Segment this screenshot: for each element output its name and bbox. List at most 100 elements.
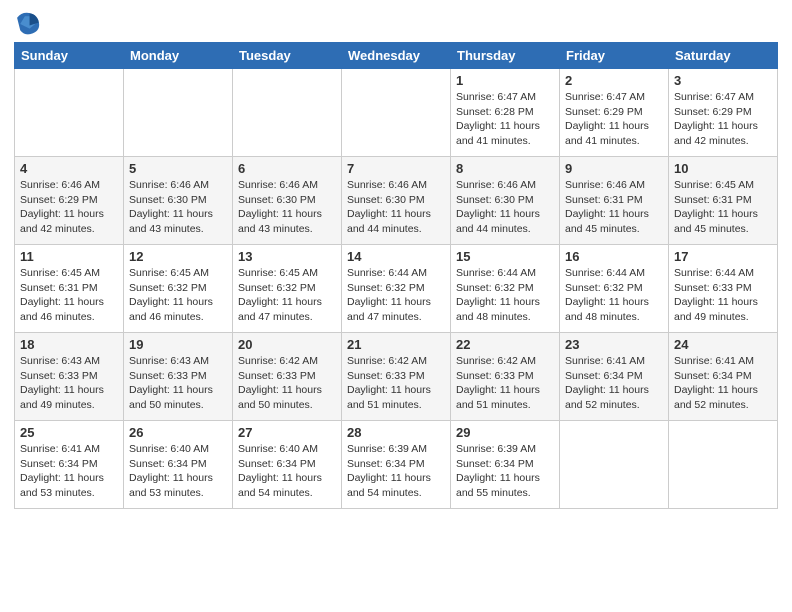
week-row-4: 25 Sunrise: 6:41 AMSunset: 6:34 PMDayligh… [15, 421, 778, 509]
logo [14, 10, 44, 38]
day-info: Sunrise: 6:44 AMSunset: 6:32 PMDaylight:… [565, 266, 663, 325]
day-number: 4 [20, 161, 118, 176]
day-info: Sunrise: 6:41 AMSunset: 6:34 PMDaylight:… [20, 442, 118, 501]
day-number: 25 [20, 425, 118, 440]
day-number: 28 [347, 425, 445, 440]
calendar-cell: 28Sunrise: 6:39 AMSunset: 6:34 PMDayligh… [342, 421, 451, 509]
week-row-1: 4 Sunrise: 6:46 AMSunset: 6:29 PMDaylight… [15, 157, 778, 245]
day-number: 24 [674, 337, 772, 352]
week-row-0: 1 Sunrise: 6:47 AMSunset: 6:28 PMDaylight… [15, 69, 778, 157]
day-info: Sunrise: 6:47 AMSunset: 6:29 PMDaylight:… [674, 90, 772, 149]
calendar-cell: 15 Sunrise: 6:44 AMSunset: 6:32 PMDayligh… [451, 245, 560, 333]
calendar-table: SundayMondayTuesdayWednesdayThursdayFrid… [14, 42, 778, 509]
day-number: 11 [20, 249, 118, 264]
calendar-cell: 29 Sunrise: 6:39 AMSunset: 6:34 PMDayligh… [451, 421, 560, 509]
calendar-cell: 18 Sunrise: 6:43 AMSunset: 6:33 PMDayligh… [15, 333, 124, 421]
calendar-cell: 24 Sunrise: 6:41 AMSunset: 6:34 PMDayligh… [669, 333, 778, 421]
calendar-cell: 12 Sunrise: 6:45 AMSunset: 6:32 PMDayligh… [124, 245, 233, 333]
calendar-cell: 11 Sunrise: 6:45 AMSunset: 6:31 PMDayligh… [15, 245, 124, 333]
calendar-cell: 19 Sunrise: 6:43 AMSunset: 6:33 PMDayligh… [124, 333, 233, 421]
page: SundayMondayTuesdayWednesdayThursdayFrid… [0, 0, 792, 612]
day-info: Sunrise: 6:46 AMSunset: 6:31 PMDaylight:… [565, 178, 663, 237]
calendar-cell: 14 Sunrise: 6:44 AMSunset: 6:32 PMDayligh… [342, 245, 451, 333]
header-cell-friday: Friday [560, 43, 669, 69]
calendar-cell: 25 Sunrise: 6:41 AMSunset: 6:34 PMDayligh… [15, 421, 124, 509]
day-info: Sunrise: 6:45 AMSunset: 6:32 PMDaylight:… [129, 266, 227, 325]
day-info: Sunrise: 6:40 AMSunset: 6:34 PMDaylight:… [129, 442, 227, 501]
calendar-cell: 13 Sunrise: 6:45 AMSunset: 6:32 PMDayligh… [233, 245, 342, 333]
calendar-cell [560, 421, 669, 509]
day-number: 19 [129, 337, 227, 352]
day-info: Sunrise: 6:42 AMSunset: 6:33 PMDaylight:… [238, 354, 336, 413]
day-info: Sunrise: 6:43 AMSunset: 6:33 PMDaylight:… [20, 354, 118, 413]
day-number: 8 [456, 161, 554, 176]
day-number: 22 [456, 337, 554, 352]
day-number: 7 [347, 161, 445, 176]
calendar-cell: 8 Sunrise: 6:46 AMSunset: 6:30 PMDaylight… [451, 157, 560, 245]
day-number: 15 [456, 249, 554, 264]
day-info: Sunrise: 6:44 AMSunset: 6:32 PMDaylight:… [456, 266, 554, 325]
header-cell-tuesday: Tuesday [233, 43, 342, 69]
calendar-cell: 4 Sunrise: 6:46 AMSunset: 6:29 PMDaylight… [15, 157, 124, 245]
calendar-cell: 3 Sunrise: 6:47 AMSunset: 6:29 PMDaylight… [669, 69, 778, 157]
week-row-3: 18 Sunrise: 6:43 AMSunset: 6:33 PMDayligh… [15, 333, 778, 421]
day-info: Sunrise: 6:47 AMSunset: 6:28 PMDaylight:… [456, 90, 554, 149]
header-cell-wednesday: Wednesday [342, 43, 451, 69]
calendar-cell: 23 Sunrise: 6:41 AMSunset: 6:34 PMDayligh… [560, 333, 669, 421]
calendar-cell: 7 Sunrise: 6:46 AMSunset: 6:30 PMDaylight… [342, 157, 451, 245]
day-number: 18 [20, 337, 118, 352]
day-number: 17 [674, 249, 772, 264]
day-number: 10 [674, 161, 772, 176]
day-info: Sunrise: 6:39 AMSunset: 6:34 PMDaylight:… [456, 442, 554, 501]
calendar-cell: 20 Sunrise: 6:42 AMSunset: 6:33 PMDayligh… [233, 333, 342, 421]
calendar-cell [15, 69, 124, 157]
day-number: 21 [347, 337, 445, 352]
day-info: Sunrise: 6:43 AMSunset: 6:33 PMDaylight:… [129, 354, 227, 413]
day-info: Sunrise: 6:45 AMSunset: 6:31 PMDaylight:… [20, 266, 118, 325]
day-number: 1 [456, 73, 554, 88]
day-info: Sunrise: 6:46 AMSunset: 6:29 PMDaylight:… [20, 178, 118, 237]
day-number: 16 [565, 249, 663, 264]
calendar-cell: 1 Sunrise: 6:47 AMSunset: 6:28 PMDaylight… [451, 69, 560, 157]
header-cell-sunday: Sunday [15, 43, 124, 69]
day-number: 13 [238, 249, 336, 264]
day-number: 20 [238, 337, 336, 352]
day-info: Sunrise: 6:41 AMSunset: 6:34 PMDaylight:… [674, 354, 772, 413]
day-number: 14 [347, 249, 445, 264]
day-info: Sunrise: 6:42 AMSunset: 6:33 PMDaylight:… [347, 354, 445, 413]
day-number: 9 [565, 161, 663, 176]
header-cell-monday: Monday [124, 43, 233, 69]
header-row: SundayMondayTuesdayWednesdayThursdayFrid… [15, 43, 778, 69]
day-number: 5 [129, 161, 227, 176]
calendar-cell: 5 Sunrise: 6:46 AMSunset: 6:30 PMDaylight… [124, 157, 233, 245]
calendar-body: 1 Sunrise: 6:47 AMSunset: 6:28 PMDaylight… [15, 69, 778, 509]
calendar-cell [233, 69, 342, 157]
header-cell-thursday: Thursday [451, 43, 560, 69]
day-info: Sunrise: 6:46 AMSunset: 6:30 PMDaylight:… [456, 178, 554, 237]
calendar-cell: 2 Sunrise: 6:47 AMSunset: 6:29 PMDaylight… [560, 69, 669, 157]
logo-icon [14, 10, 42, 38]
day-info: Sunrise: 6:45 AMSunset: 6:31 PMDaylight:… [674, 178, 772, 237]
day-info: Sunrise: 6:46 AMSunset: 6:30 PMDaylight:… [347, 178, 445, 237]
calendar-cell: 17Sunrise: 6:44 AMSunset: 6:33 PMDayligh… [669, 245, 778, 333]
day-info: Sunrise: 6:46 AMSunset: 6:30 PMDaylight:… [129, 178, 227, 237]
day-info: Sunrise: 6:47 AMSunset: 6:29 PMDaylight:… [565, 90, 663, 149]
header-cell-saturday: Saturday [669, 43, 778, 69]
day-number: 29 [456, 425, 554, 440]
header [14, 10, 778, 38]
calendar-cell: 26Sunrise: 6:40 AMSunset: 6:34 PMDayligh… [124, 421, 233, 509]
day-info: Sunrise: 6:45 AMSunset: 6:32 PMDaylight:… [238, 266, 336, 325]
day-info: Sunrise: 6:44 AMSunset: 6:32 PMDaylight:… [347, 266, 445, 325]
calendar-cell: 22 Sunrise: 6:42 AMSunset: 6:33 PMDayligh… [451, 333, 560, 421]
day-info: Sunrise: 6:42 AMSunset: 6:33 PMDaylight:… [456, 354, 554, 413]
day-number: 12 [129, 249, 227, 264]
day-number: 3 [674, 73, 772, 88]
calendar-cell: 16 Sunrise: 6:44 AMSunset: 6:32 PMDayligh… [560, 245, 669, 333]
day-info: Sunrise: 6:41 AMSunset: 6:34 PMDaylight:… [565, 354, 663, 413]
calendar-cell: 6Sunrise: 6:46 AMSunset: 6:30 PMDaylight… [233, 157, 342, 245]
calendar-header: SundayMondayTuesdayWednesdayThursdayFrid… [15, 43, 778, 69]
calendar-cell: 21 Sunrise: 6:42 AMSunset: 6:33 PMDayligh… [342, 333, 451, 421]
day-number: 23 [565, 337, 663, 352]
calendar-cell [669, 421, 778, 509]
day-number: 2 [565, 73, 663, 88]
